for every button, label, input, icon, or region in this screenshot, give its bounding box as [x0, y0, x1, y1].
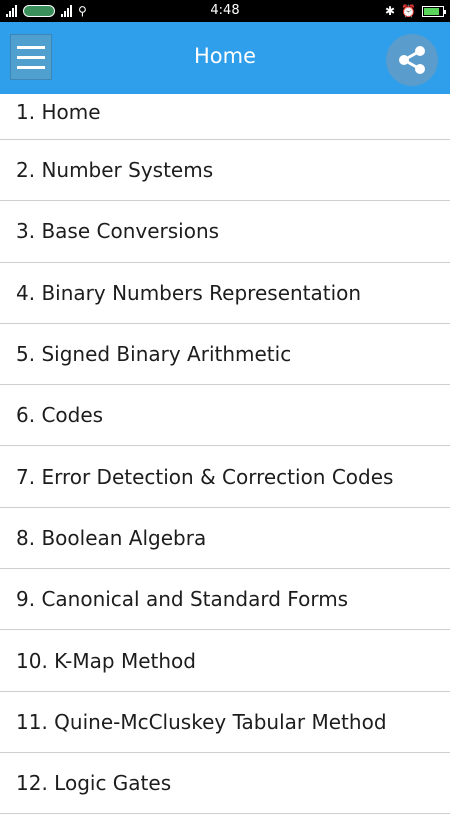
list-item-base-conversions[interactable]: 3. Base Conversions: [0, 201, 450, 263]
list-item-quine-mccluskey[interactable]: 11. Quine-McCluskey Tabular Method: [0, 692, 450, 753]
list-item-codes[interactable]: 6. Codes: [0, 385, 450, 447]
list-item-number-systems[interactable]: 2. Number Systems: [0, 140, 450, 202]
list-item-k-map-method[interactable]: 10. K-Map Method: [0, 630, 450, 692]
battery-icon: [422, 5, 446, 17]
page-title: Home: [193, 44, 256, 68]
share-icon[interactable]: [386, 34, 438, 86]
list-item-boolean-algebra[interactable]: 8. Boolean Algebra: [0, 508, 450, 570]
status-bar: ⚲ 4:48 ✱ ⏰: [0, 0, 450, 22]
list-item-canonical-standard-forms[interactable]: 9. Canonical and Standard Forms: [0, 569, 450, 631]
menu-list: 1. Home 2. Number Systems 3. Base Conver…: [0, 94, 450, 814]
list-item-signed-binary-arithmetic[interactable]: 5. Signed Binary Arithmetic: [0, 324, 450, 386]
list-item-error-detection-correction[interactable]: 7. Error Detection & Correction Codes: [0, 446, 450, 508]
status-time: 4:48: [210, 3, 240, 18]
app-bar: Home: [0, 22, 450, 94]
list-item-binary-numbers-representation[interactable]: 4. Binary Numbers Representation: [0, 263, 450, 324]
list-item-home[interactable]: 1. Home: [0, 94, 450, 140]
list-item-logic-gates[interactable]: 12. Logic Gates: [0, 753, 450, 814]
